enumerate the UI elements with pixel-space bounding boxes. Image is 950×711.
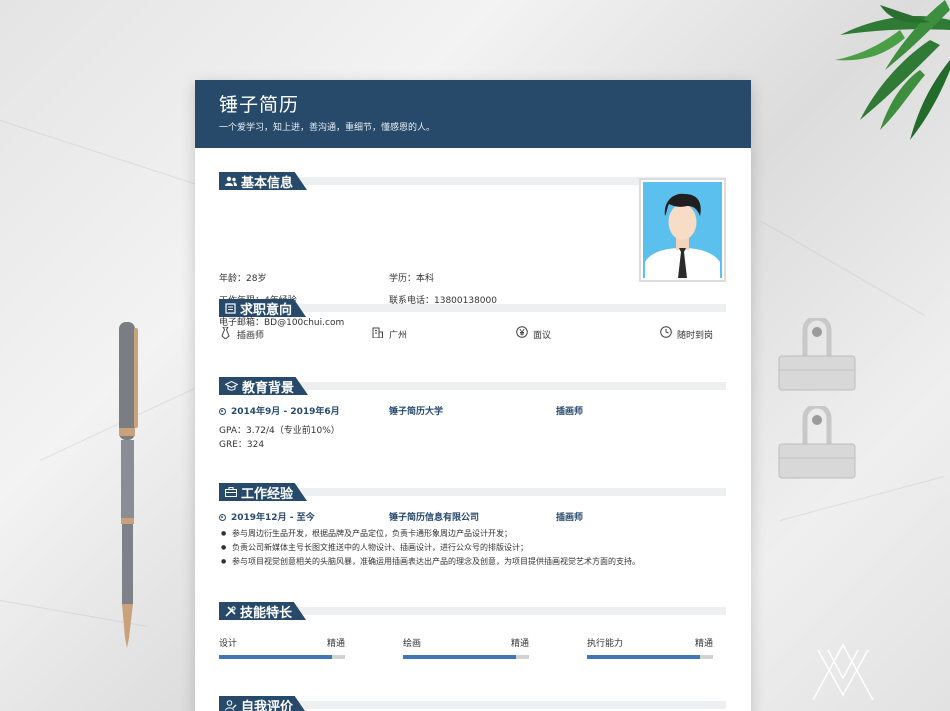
binder-clip-icon [778, 406, 856, 479]
major-name: 插画师 [556, 407, 584, 417]
binder-clip-icon [778, 318, 856, 391]
city-value: 广州 [389, 331, 408, 341]
work-duties-list: 参与周边衍生品开发，根据品牌及产品定位，负责卡通形象周边产品设计开发； 负责公司… [219, 527, 640, 569]
section-title: 自我评价 [219, 696, 726, 711]
skill-progress-bar [219, 655, 345, 659]
section-title-text: 基本信息 [241, 175, 294, 191]
section-title-text: 教育背景 [242, 380, 295, 396]
skill-level: 精通 [694, 639, 713, 649]
section-title-text: 工作经验 [241, 486, 294, 502]
resume-name: 锤子简历 [219, 94, 300, 116]
skill-item: 执行能力 精通 [587, 636, 713, 659]
geometric-logo-icon [812, 643, 874, 701]
section-skills: 技能特长 [219, 602, 726, 620]
age-field: 年龄：28岁 [219, 274, 267, 284]
skill-item: 绘画 精通 [403, 636, 529, 659]
list-item: 负责公司新媒体主号长图文推送中的人物设计、插画设计，进行公众号的排版设计； [219, 541, 640, 555]
resume-motto: 一个爱学习，知上进，善沟通，重细节，懂感恩的人。 [219, 123, 436, 133]
resume-header: 锤子简历 一个爱学习，知上进，善沟通，重细节，懂感恩的人。 [195, 80, 751, 148]
list-item: 参与周边衍生品开发，根据品牌及产品定位，负责卡通形象周边产品设计开发； [219, 527, 640, 541]
skill-name: 绘画 [403, 639, 422, 649]
section-title-text: 自我评价 [241, 699, 294, 711]
avatar [645, 193, 720, 278]
education-period: 2014年9月 - 2019年6月 [219, 404, 340, 417]
skill-progress-bar [403, 655, 529, 659]
plant-decoration [835, 0, 950, 140]
resume-document: 锤子简历 一个爱学习，知上进，善沟通，重细节，懂感恩的人。 基本信息 年龄：28… [195, 80, 751, 711]
clock-icon [660, 326, 672, 338]
clipboard-icon [225, 302, 236, 314]
section-title: 工作经验 [219, 483, 726, 501]
work-period: 2019年12月 - 至今 [219, 510, 315, 523]
section-title: 求职意向 [219, 299, 726, 317]
section-job-intent: 求职意向 [219, 299, 726, 317]
job-role: 插画师 [556, 513, 584, 523]
section-title-text: 技能特长 [240, 605, 293, 621]
skill-level: 精通 [326, 639, 345, 649]
section-work-experience: 工作经验 [219, 483, 726, 501]
section-self-evaluation: 自我评价 [219, 696, 726, 711]
gre-text: GRE：324 [219, 440, 265, 450]
graduation-cap-icon [225, 381, 238, 391]
skill-item: 设计 精通 [219, 636, 345, 659]
yen-icon [516, 326, 528, 338]
position-value: 插画师 [237, 331, 265, 341]
users-icon [225, 176, 237, 186]
section-title: 教育背景 [219, 377, 726, 395]
list-item: 参与项目视觉创意相关的头脑风暴，准确运用插画表达出产品的理念及创意，为项目提供插… [219, 555, 640, 569]
salary-value: 面议 [533, 331, 552, 341]
availability-value: 随时到岗 [677, 331, 714, 341]
skill-name: 设计 [219, 639, 238, 649]
skill-progress-bar [587, 655, 713, 659]
section-title: 技能特长 [219, 602, 726, 620]
profile-photo [639, 178, 726, 282]
briefcase-icon [225, 487, 237, 497]
company-name: 锤子简历信息有限公司 [389, 513, 480, 523]
building-icon [372, 327, 383, 338]
gpa-text: GPA：3.72/4（专业前10%） [219, 426, 340, 436]
section-title-text: 求职意向 [240, 302, 293, 318]
school-name: 锤子简历大学 [389, 407, 444, 417]
tools-icon [225, 605, 236, 617]
user-edit-icon [225, 699, 237, 711]
pen-decoration [119, 322, 138, 648]
skill-level: 精通 [510, 639, 529, 649]
tie-icon [221, 327, 230, 339]
education-field: 学历：本科 [389, 274, 435, 284]
skill-name: 执行能力 [587, 639, 624, 649]
section-education: 教育背景 [219, 377, 726, 395]
